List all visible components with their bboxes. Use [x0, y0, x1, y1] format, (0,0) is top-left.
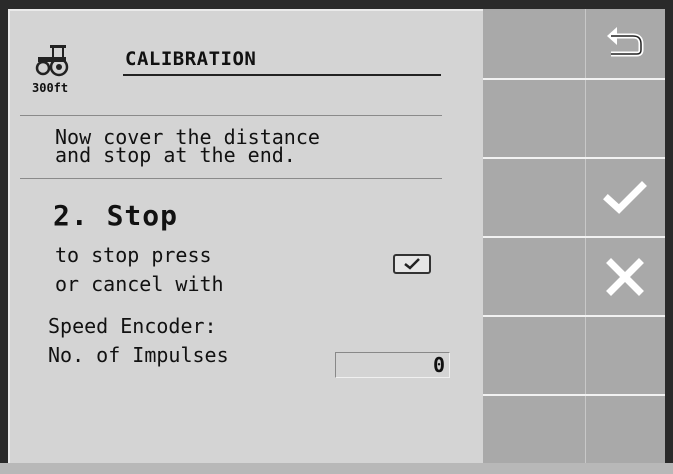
- step-heading: 2. Stop: [53, 199, 179, 232]
- return-icon: [607, 27, 644, 57]
- cross-icon: [606, 258, 644, 296]
- cancel-instruction: or cancel with: [55, 272, 224, 296]
- cancel-button[interactable]: [585, 238, 665, 316]
- softkey-5[interactable]: [585, 317, 665, 395]
- page-title: CALIBRATION: [125, 48, 257, 70]
- divider: [20, 178, 442, 179]
- encoder-heading: Speed Encoder:: [48, 314, 217, 338]
- softkey-6[interactable]: [585, 396, 665, 474]
- check-icon: [404, 258, 420, 270]
- stop-instruction: to stop press: [55, 243, 212, 267]
- calibration-panel: 300ft CALIBRATION Now cover the distance…: [8, 9, 483, 463]
- divider: [20, 115, 442, 116]
- title-underline: [123, 74, 441, 76]
- confirm-button[interactable]: [585, 159, 665, 237]
- impulses-value-field: 0: [335, 352, 450, 378]
- impulses-label: No. of Impulses: [48, 343, 229, 367]
- check-icon: [603, 181, 647, 214]
- softkey-2[interactable]: [585, 80, 665, 158]
- back-button[interactable]: [585, 3, 665, 81]
- softkey-panel: [483, 9, 665, 463]
- instruction-line-2: and stop at the end.: [55, 143, 296, 167]
- confirm-mini-button[interactable]: [393, 254, 431, 274]
- tractor-distance-badge: 300ft: [32, 81, 69, 95]
